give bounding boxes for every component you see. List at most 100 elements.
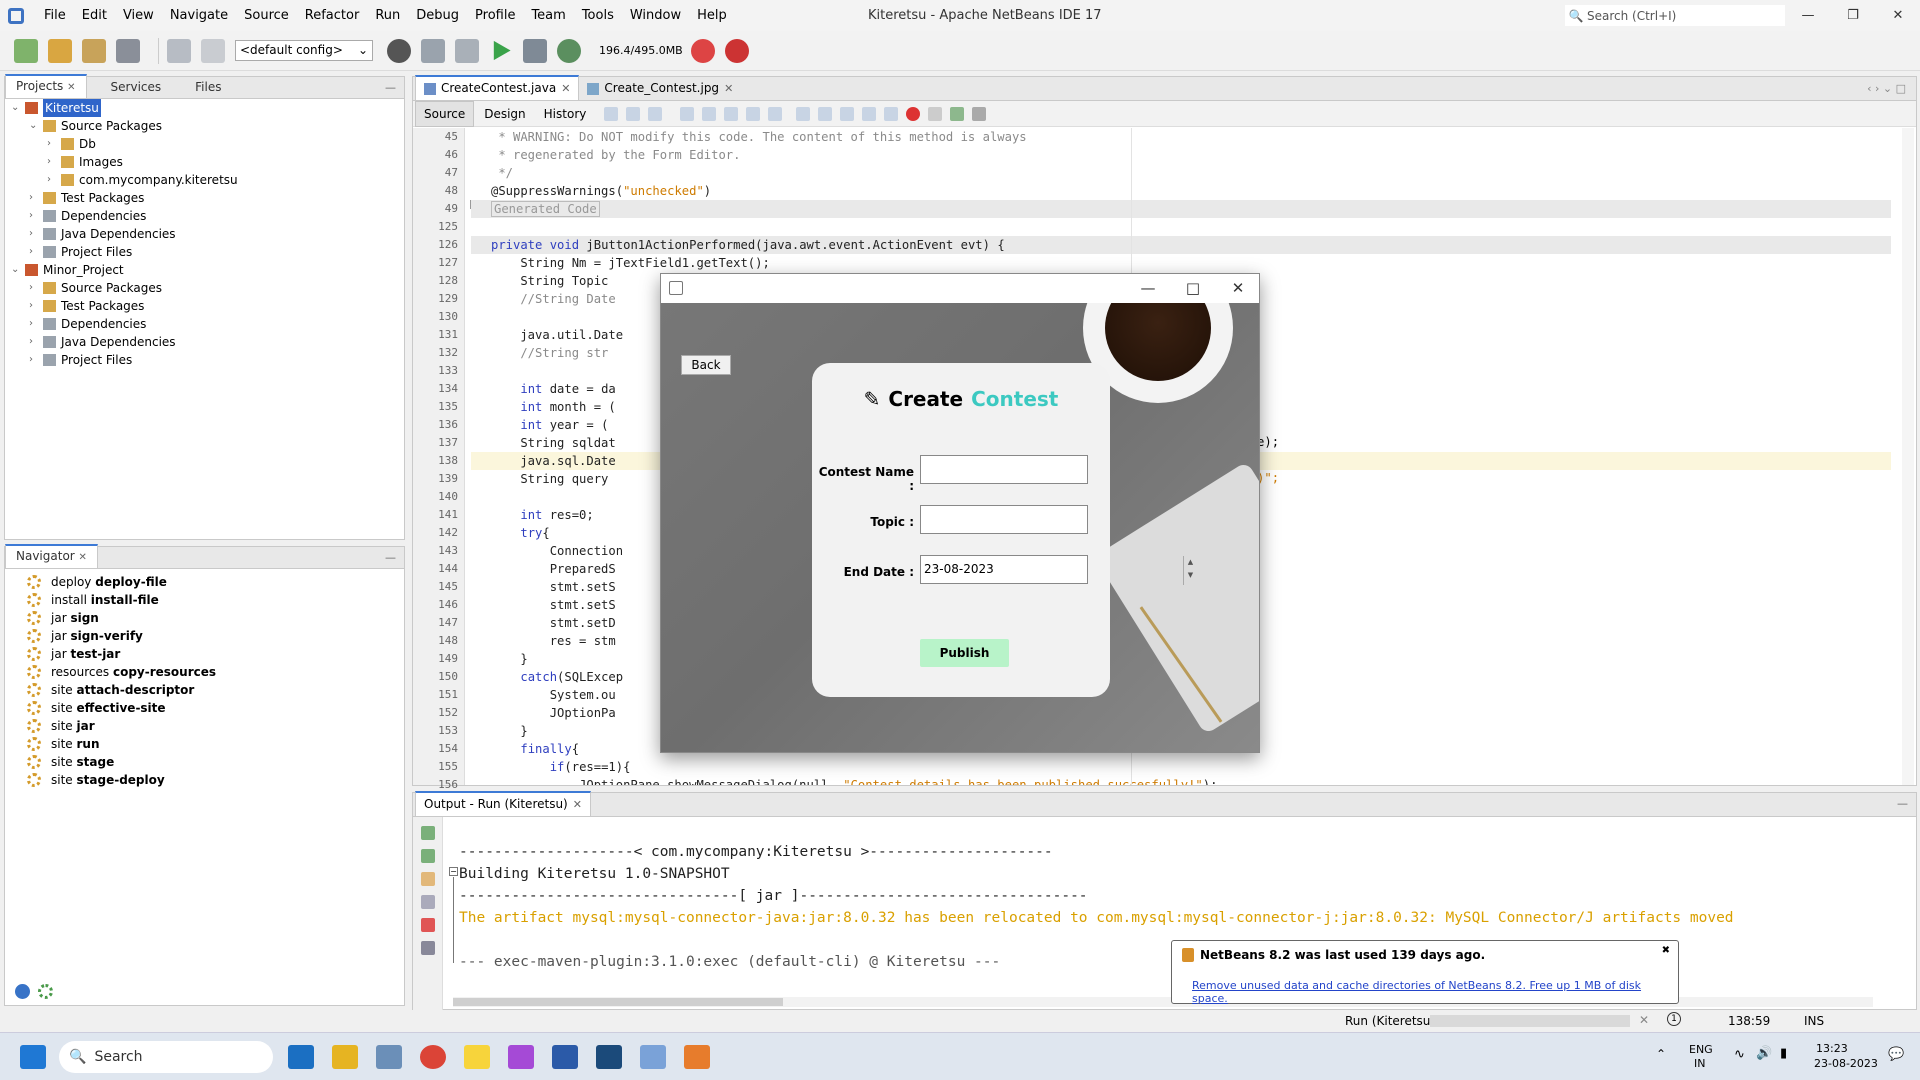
gc-icon[interactable] [690, 38, 715, 63]
chevron-right-icon[interactable]: › [29, 207, 33, 225]
widgets-icon[interactable] [288, 1045, 314, 1069]
new-file-icon[interactable] [14, 38, 38, 63]
notifications-icon[interactable]: 💬 [1888, 1047, 1904, 1062]
notification-balloon[interactable]: NetBeans 8.2 was last used 139 days ago.… [1171, 940, 1679, 1005]
chevron-right-icon[interactable]: › [29, 315, 33, 333]
undo-icon[interactable] [167, 38, 191, 63]
config-select[interactable]: <default config> ⌄ [235, 40, 373, 61]
shift-left-icon[interactable] [862, 106, 877, 121]
code-line[interactable]: * WARNING: Do NOT modify this code. The … [471, 128, 1891, 146]
navigator-goal-item[interactable]: install install-file [5, 591, 404, 609]
chevron-down-icon[interactable]: ⌄ [11, 261, 19, 279]
tab-output-run[interactable]: Output - Run (Kiteretsu) ✕ [415, 791, 591, 816]
tree-node[interactable]: › Project Files [5, 243, 404, 261]
topic-input[interactable] [920, 505, 1088, 534]
minimize-panel-icon[interactable]: — [385, 551, 396, 564]
menu-team[interactable]: Team [523, 0, 573, 31]
navigator-goal-item[interactable]: site run [5, 735, 404, 753]
profiler-icon[interactable] [724, 38, 749, 63]
menu-refactor[interactable]: Refactor [297, 0, 368, 31]
chevron-right-icon[interactable]: › [29, 189, 33, 207]
rerun-goals-icon[interactable] [421, 849, 435, 863]
settings-icon[interactable] [421, 895, 435, 909]
code-line[interactable]: private void jButton1ActionPerformed(jav… [471, 236, 1891, 254]
menu-navigate[interactable]: Navigate [162, 0, 236, 31]
chevron-right-icon[interactable]: › [29, 351, 33, 369]
dialog-minimize-button[interactable]: — [1126, 274, 1170, 303]
close-tab-icon[interactable]: ✕ [724, 77, 733, 100]
settings-gear-icon[interactable] [38, 984, 53, 999]
navigator-goal-item[interactable]: site effective-site [5, 699, 404, 717]
minimize-button[interactable]: — [1786, 0, 1830, 31]
contest-name-input[interactable] [920, 455, 1088, 484]
profile-icon[interactable] [557, 38, 581, 63]
tab-projects[interactable]: Projects ✕ [5, 74, 87, 98]
menu-file[interactable]: File [36, 0, 74, 31]
volume-icon[interactable]: 🔊 [1756, 1046, 1772, 1061]
code-line[interactable] [471, 218, 1891, 236]
code-line[interactable]: */ [471, 164, 1891, 182]
tree-node[interactable]: › Source Packages [5, 279, 404, 297]
hscroll-thumb[interactable] [453, 998, 783, 1006]
back-button[interactable]: Back [681, 355, 731, 375]
java-app-icon[interactable] [684, 1045, 710, 1069]
chevron-right-icon[interactable]: › [29, 297, 33, 315]
open-project-icon[interactable] [82, 38, 106, 63]
language-region[interactable]: IN [1694, 1057, 1705, 1070]
chevron-right-icon[interactable]: › [47, 135, 51, 153]
close-tab-icon[interactable]: ✕ [561, 77, 570, 100]
search-input[interactable]: 🔍 Search (Ctrl+I) [1565, 5, 1785, 26]
cancel-task-icon[interactable]: ✕ [1639, 1013, 1649, 1027]
menu-help[interactable]: Help [689, 0, 735, 31]
tab-createcontest-java[interactable]: CreateContest.java ✕ [415, 75, 580, 100]
navigator-goal-item[interactable]: jar test-jar [5, 645, 404, 663]
tree-node[interactable]: › Test Packages [5, 297, 404, 315]
chevron-right-icon[interactable]: › [29, 225, 33, 243]
navigator-goal-item[interactable]: site stage-deploy [5, 771, 404, 789]
code-line[interactable]: if(res==1){ [471, 758, 1891, 776]
clean-build-icon[interactable] [455, 38, 479, 63]
navigator-goal-item[interactable]: jar sign [5, 609, 404, 627]
shift-right-icon[interactable] [884, 106, 899, 121]
forward-icon[interactable] [626, 106, 641, 121]
menu-window[interactable]: Window [622, 0, 689, 31]
vmware-icon[interactable] [596, 1045, 622, 1069]
memory-indicator[interactable]: 196.4/495.0MB [599, 41, 683, 61]
dialog-close-button[interactable]: ✕ [1216, 274, 1260, 303]
tree-node[interactable]: ⌄ Minor_Project [5, 261, 404, 279]
menu-debug[interactable]: Debug [408, 0, 467, 31]
menu-tools[interactable]: Tools [574, 0, 622, 31]
close-button[interactable]: ✕ [1876, 0, 1920, 31]
build-hammer-icon[interactable] [421, 38, 445, 63]
tree-node[interactable]: › Db [5, 135, 404, 153]
chevron-right-icon[interactable]: › [29, 243, 33, 261]
photos-icon[interactable] [376, 1045, 402, 1069]
find-icon[interactable] [680, 106, 695, 121]
stop-icon[interactable] [421, 918, 435, 932]
menu-run[interactable]: Run [367, 0, 408, 31]
word-icon[interactable] [552, 1045, 578, 1069]
sticky-notes-icon[interactable] [464, 1045, 490, 1069]
tree-node[interactable]: › Project Files [5, 351, 404, 369]
menu-profile[interactable]: Profile [467, 0, 523, 31]
minimize-panel-icon[interactable]: — [385, 81, 396, 94]
spinner-arrows[interactable]: ▲ ▼ [1183, 556, 1197, 585]
close-notification-icon[interactable]: ✖ [1662, 945, 1670, 956]
record-macro-icon[interactable] [906, 106, 921, 121]
chevron-right-icon[interactable]: › [29, 279, 33, 297]
dialog-maximize-button[interactable]: □ [1171, 274, 1215, 303]
tab-services[interactable]: Services [101, 77, 172, 98]
close-tab-icon[interactable]: ✕ [573, 793, 582, 816]
navigator-goal-item[interactable]: site attach-descriptor [5, 681, 404, 699]
chevron-down-icon[interactable]: ⌄ [11, 99, 19, 117]
figma-icon[interactable] [508, 1045, 534, 1069]
navigator-goal-item[interactable]: site stage [5, 753, 404, 771]
wifi-icon[interactable]: ∿ [1734, 1047, 1745, 1062]
tree-node[interactable]: › Java Dependencies [5, 333, 404, 351]
save-all-icon[interactable] [116, 38, 140, 63]
new-project-icon[interactable] [48, 38, 72, 63]
code-line[interactable]: Generated Code [471, 200, 1891, 218]
toggle-bookmark-icon[interactable] [840, 106, 855, 121]
navigator-goal-item[interactable]: site jar [5, 717, 404, 735]
tree-node[interactable]: › Dependencies [5, 207, 404, 225]
